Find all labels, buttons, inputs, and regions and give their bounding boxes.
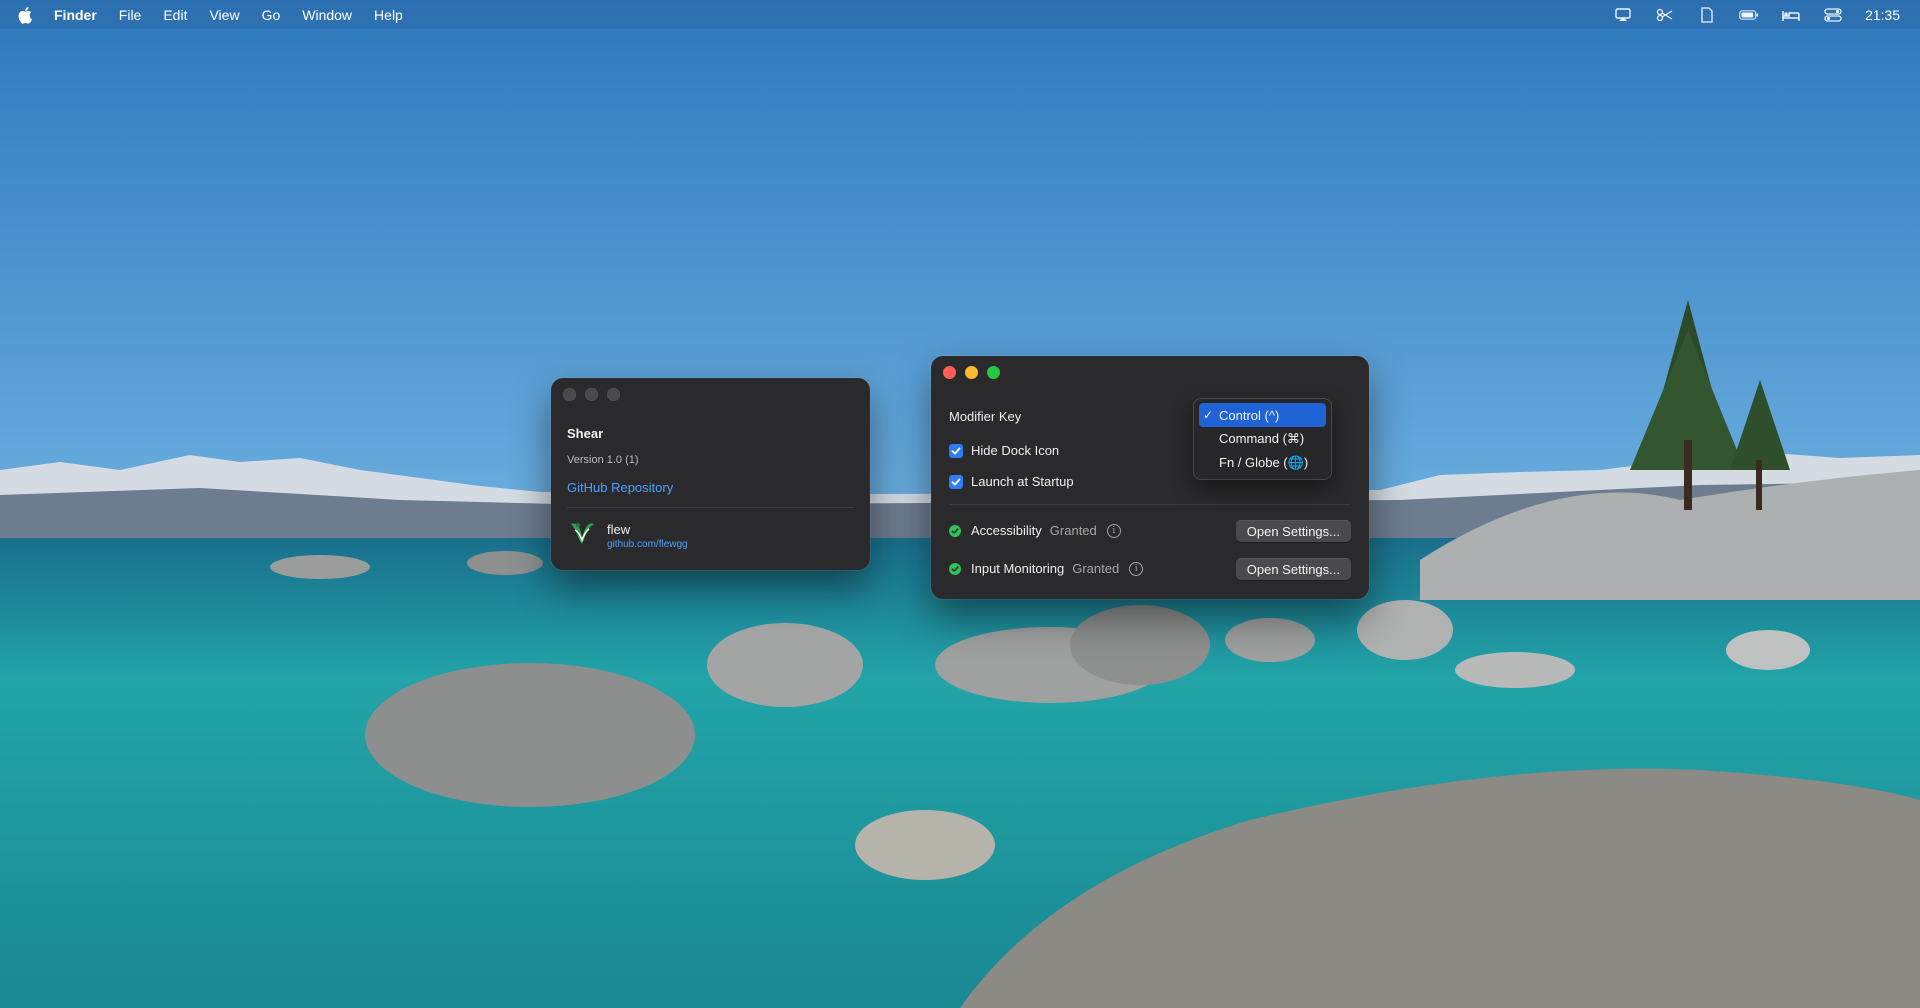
- modifier-key-label: Modifier Key: [949, 409, 1022, 424]
- granted-status-icon: [949, 562, 961, 575]
- divider: [949, 504, 1351, 505]
- permission-status: Granted: [1072, 561, 1120, 576]
- app-title: Shear: [567, 426, 604, 441]
- launch-startup-checkbox[interactable]: [949, 474, 963, 489]
- minimize-button[interactable]: [585, 388, 598, 401]
- granted-status-icon: [949, 524, 961, 537]
- author-url-link[interactable]: github.com/flewgg: [607, 539, 688, 550]
- zoom-button[interactable]: [987, 366, 1000, 379]
- menu-window[interactable]: Window: [302, 7, 352, 23]
- menu-clock[interactable]: 21:35: [1865, 7, 1900, 23]
- hide-dock-checkbox[interactable]: [949, 443, 963, 458]
- close-button[interactable]: [943, 366, 956, 379]
- checkmark-icon: ✓: [1203, 408, 1214, 422]
- open-settings-accessibility-button[interactable]: Open Settings...: [1235, 520, 1351, 542]
- info-icon[interactable]: i: [1129, 561, 1144, 576]
- menu-edit[interactable]: Edit: [163, 7, 187, 23]
- permission-row-input-monitoring: Input Monitoring Granted i: [949, 561, 1144, 576]
- bed-icon[interactable]: [1781, 7, 1801, 23]
- menu-view[interactable]: View: [209, 7, 239, 23]
- menu-file[interactable]: File: [119, 7, 142, 23]
- author-row[interactable]: flew github.com/flewgg: [567, 518, 688, 553]
- zoom-button[interactable]: [607, 388, 620, 401]
- scissors-icon[interactable]: [1655, 7, 1675, 23]
- apple-menu-icon[interactable]: [18, 6, 36, 24]
- permission-row-accessibility: Accessibility Granted i: [949, 523, 1121, 538]
- close-button[interactable]: [563, 388, 576, 401]
- menu-help[interactable]: Help: [374, 7, 403, 23]
- permission-name: Input Monitoring: [971, 561, 1065, 576]
- menu-option-control[interactable]: ✓ Control (^): [1199, 403, 1326, 427]
- permission-status: Granted: [1049, 523, 1097, 538]
- modifier-key-row: Modifier Key: [949, 409, 1021, 424]
- about-window: Shear Version 1.0 (1) GitHub Repository …: [551, 378, 870, 570]
- hide-dock-label: Hide Dock Icon: [971, 443, 1060, 458]
- menu-option-command[interactable]: Command (⌘): [1199, 427, 1326, 451]
- checkmark-icon: [951, 447, 961, 454]
- launch-startup-row[interactable]: Launch at Startup: [949, 474, 1074, 489]
- checkmark-icon: [951, 478, 961, 485]
- menu-bar: Finder File Edit View Go Window Help 21:…: [0, 0, 1920, 29]
- screen-mirroring-icon[interactable]: [1613, 7, 1633, 23]
- menu-option-fn-globe[interactable]: Fn / Globe (🌐): [1199, 451, 1326, 475]
- info-icon[interactable]: i: [1106, 523, 1121, 538]
- modifier-key-menu: ✓ Control (^) Command (⌘) Fn / Globe (🌐): [1194, 399, 1331, 479]
- document-icon[interactable]: [1697, 6, 1717, 23]
- app-version: Version 1.0 (1): [567, 454, 639, 466]
- divider: [567, 507, 854, 508]
- menu-go[interactable]: Go: [262, 7, 281, 23]
- battery-icon[interactable]: [1739, 7, 1759, 23]
- author-avatar-icon: [567, 518, 597, 553]
- control-center-icon[interactable]: [1823, 7, 1843, 23]
- launch-startup-label: Launch at Startup: [971, 474, 1074, 489]
- window-controls: [943, 366, 1000, 379]
- author-name: flew: [607, 521, 631, 537]
- github-repository-link[interactable]: GitHub Repository: [567, 480, 673, 495]
- minimize-button[interactable]: [965, 366, 978, 379]
- window-controls: [563, 388, 620, 401]
- open-settings-input-monitoring-button[interactable]: Open Settings...: [1235, 558, 1351, 580]
- menu-app-name[interactable]: Finder: [54, 7, 97, 23]
- permission-name: Accessibility: [971, 523, 1042, 538]
- hide-dock-row[interactable]: Hide Dock Icon: [949, 443, 1059, 458]
